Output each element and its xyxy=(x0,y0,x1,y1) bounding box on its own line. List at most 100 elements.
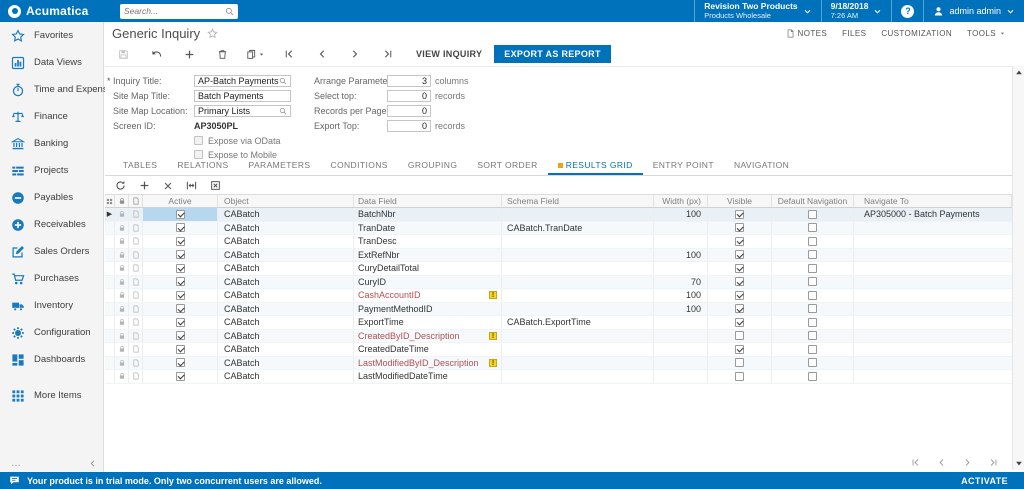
default-navigation-checkbox[interactable] xyxy=(808,372,817,381)
default-navigation-checkbox[interactable] xyxy=(808,237,817,246)
cell-object[interactable]: CABatch xyxy=(218,276,354,289)
cell-data-field[interactable]: PaymentMethodID xyxy=(354,303,502,316)
files-button[interactable]: FILES xyxy=(842,29,866,38)
row-selector-cell[interactable] xyxy=(105,316,115,329)
cell-schema-field[interactable] xyxy=(502,370,654,383)
go-previous-button[interactable] xyxy=(311,46,332,62)
cell-data-field[interactable]: LastModifiedByID_Description! xyxy=(354,357,502,370)
cell-width[interactable]: 100 xyxy=(654,303,708,316)
cell-data-field[interactable]: TranDesc xyxy=(354,235,502,248)
visible-checkbox[interactable] xyxy=(735,331,744,340)
visible-checkbox[interactable] xyxy=(735,223,744,232)
default-navigation-checkbox[interactable] xyxy=(808,331,817,340)
cell-object[interactable]: CABatch xyxy=(218,208,354,221)
row-selector-cell[interactable] xyxy=(105,343,115,356)
favorite-star-icon[interactable] xyxy=(207,28,218,39)
scroll-up-icon[interactable] xyxy=(1014,68,1024,78)
column-header-navigate-to[interactable]: Navigate To xyxy=(854,195,1012,207)
cell-data-field[interactable]: LastModifiedDateTime xyxy=(354,370,502,383)
row-selector-cell[interactable]: ▶ xyxy=(105,208,115,221)
sidebar-item-receivables[interactable]: Receivables xyxy=(0,211,103,238)
expose-odata-checkbox[interactable] xyxy=(194,136,203,145)
tab-tables[interactable]: TABLES xyxy=(113,160,167,175)
tab-relations[interactable]: RELATIONS xyxy=(167,160,238,175)
tenant-selector[interactable]: Revision Two Products Products Wholesale xyxy=(694,0,820,22)
default-navigation-checkbox[interactable] xyxy=(808,291,817,300)
cell-object[interactable]: CABatch xyxy=(218,249,354,262)
cell-navigate-to[interactable] xyxy=(854,235,1012,248)
grid-row[interactable]: CABatch ExportTime CABatch.ExportTime xyxy=(105,316,1012,330)
help-button[interactable]: ? xyxy=(891,0,923,22)
cell-data-field[interactable]: CreatedByID_Description! xyxy=(354,330,502,343)
row-selector-cell[interactable] xyxy=(105,289,115,302)
column-header-object[interactable]: Object xyxy=(218,195,354,207)
delete-row-icon[interactable] xyxy=(163,181,173,191)
active-checkbox[interactable] xyxy=(176,358,185,367)
active-checkbox[interactable] xyxy=(176,264,185,273)
default-navigation-checkbox[interactable] xyxy=(808,345,817,354)
save-button[interactable] xyxy=(113,46,134,62)
cell-schema-field[interactable] xyxy=(502,303,654,316)
sidebar-item-projects[interactable]: Projects xyxy=(0,157,103,184)
cell-schema-field[interactable] xyxy=(502,262,654,275)
sidebar-item-payables[interactable]: Payables xyxy=(0,184,103,211)
active-checkbox[interactable] xyxy=(176,304,185,313)
sidebar-item-purchases[interactable]: Purchases xyxy=(0,265,103,292)
sidebar-item-finance[interactable]: Finance xyxy=(0,103,103,130)
cell-schema-field[interactable] xyxy=(502,330,654,343)
visible-checkbox[interactable] xyxy=(735,264,744,273)
cell-width[interactable] xyxy=(654,330,708,343)
cell-data-field[interactable]: ExportTime xyxy=(354,316,502,329)
date-selector[interactable]: 9/18/2018 7:26 AM xyxy=(821,0,892,22)
visible-checkbox[interactable] xyxy=(735,358,744,367)
sidebar-item-configuration[interactable]: Configuration xyxy=(0,319,103,346)
cell-width[interactable] xyxy=(654,370,708,383)
cell-navigate-to[interactable]: AP305000 - Batch Payments xyxy=(854,208,1012,221)
tab-results-grid[interactable]: RESULTS GRID xyxy=(548,160,643,175)
cell-width[interactable] xyxy=(654,235,708,248)
grid-row[interactable]: CABatch ExtRefNbr 100 xyxy=(105,249,1012,263)
row-selector-cell[interactable] xyxy=(105,370,115,383)
row-selector-cell[interactable] xyxy=(105,330,115,343)
go-last-button[interactable] xyxy=(377,46,398,62)
records-per-page-field[interactable]: 0 xyxy=(387,105,431,117)
go-next-button[interactable] xyxy=(344,46,365,62)
cell-object[interactable]: CABatch xyxy=(218,370,354,383)
cell-width[interactable] xyxy=(654,357,708,370)
sidebar-item-time-and-expenses[interactable]: Time and Expenses xyxy=(0,76,103,103)
cell-schema-field[interactable]: CABatch.ExportTime xyxy=(502,316,654,329)
cell-navigate-to[interactable] xyxy=(854,276,1012,289)
grid-row[interactable]: CABatch TranDesc xyxy=(105,235,1012,249)
cell-object[interactable]: CABatch xyxy=(218,303,354,316)
grid-row[interactable]: CABatch CuryDetailTotal xyxy=(105,262,1012,276)
cell-navigate-to[interactable] xyxy=(854,357,1012,370)
user-menu[interactable]: admin admin xyxy=(923,0,1024,22)
cell-data-field[interactable]: BatchNbr xyxy=(354,208,502,221)
visible-checkbox[interactable] xyxy=(735,345,744,354)
grid-row[interactable]: CABatch PaymentMethodID 100 xyxy=(105,303,1012,317)
cell-object[interactable]: CABatch xyxy=(218,330,354,343)
visible-checkbox[interactable] xyxy=(735,237,744,246)
grid-row[interactable]: CABatch LastModifiedDateTime xyxy=(105,370,1012,384)
vertical-scrollbar[interactable] xyxy=(1012,66,1024,470)
search-icon[interactable] xyxy=(225,7,234,16)
arrange-parameters-field[interactable]: 3 xyxy=(387,75,431,87)
page-next-icon[interactable] xyxy=(963,458,972,467)
cell-navigate-to[interactable] xyxy=(854,222,1012,235)
row-selector-cell[interactable] xyxy=(105,235,115,248)
cell-schema-field[interactable] xyxy=(502,208,654,221)
visible-checkbox[interactable] xyxy=(735,210,744,219)
cell-width[interactable]: 70 xyxy=(654,276,708,289)
sidebar-item-more-items[interactable]: More Items xyxy=(0,382,103,409)
sidebar-item-dashboards[interactable]: Dashboards xyxy=(0,346,103,373)
undo-button[interactable] xyxy=(146,46,167,62)
cell-data-field[interactable]: CashAccountID! xyxy=(354,289,502,302)
cell-object[interactable]: CABatch xyxy=(218,289,354,302)
fit-width-icon[interactable] xyxy=(186,180,197,191)
visible-checkbox[interactable] xyxy=(735,291,744,300)
grid-row[interactable]: CABatch CashAccountID! 100 xyxy=(105,289,1012,303)
lookup-icon[interactable] xyxy=(279,107,287,115)
cell-data-field[interactable]: CuryDetailTotal xyxy=(354,262,502,275)
tab-entry-point[interactable]: ENTRY POINT xyxy=(643,160,724,175)
cell-width[interactable] xyxy=(654,222,708,235)
